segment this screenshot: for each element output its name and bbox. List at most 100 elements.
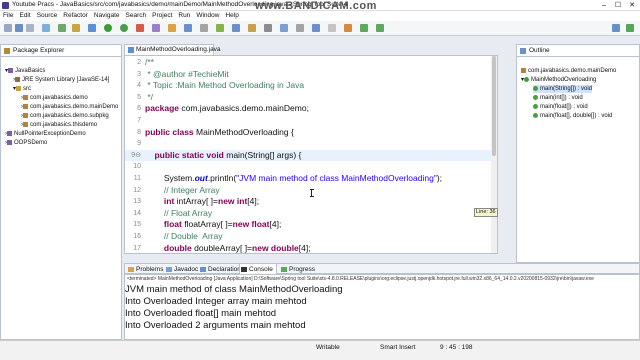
back-icon[interactable] (248, 24, 256, 32)
code-token: ); (436, 173, 443, 183)
code-line[interactable]: 3 * @author #TechieMit (125, 69, 497, 81)
menu-source[interactable]: Source (34, 11, 61, 21)
code-line[interactable]: 13 int intArray[ ]=new int[4]; (125, 196, 497, 208)
minimize-icon[interactable]: – (597, 0, 611, 11)
code-line[interactable]: 8 public class MainMethodOverloading { (125, 127, 497, 139)
tree-item[interactable]: › com.javabasics.demo (21, 94, 88, 102)
code-token: // Double Array (145, 231, 223, 241)
outline-item[interactable]: com.javabasics.demo.mainDemo (521, 67, 616, 75)
maximize-icon[interactable]: ☐ (611, 0, 625, 11)
code-line[interactable]: 10 (125, 161, 497, 173)
line-number: 9 (137, 140, 141, 148)
menu-navigate[interactable]: Navigate (91, 11, 123, 21)
nav-forward-icon[interactable] (376, 24, 384, 32)
code-token: [4]; (298, 242, 311, 253)
tree-item[interactable]: › com.javabasics.demo.mainDemo (21, 103, 118, 111)
spring-perspective-icon[interactable] (626, 24, 634, 32)
menu-run[interactable]: Run (175, 11, 193, 21)
close-icon[interactable]: ✕ (625, 0, 639, 11)
terminated-info: <terminated> MainMethodOverloading [Java… (127, 276, 594, 282)
code-line[interactable]: 11 System.out.println("JVM main method o… (125, 173, 497, 185)
tree-item[interactable]: › com.javabasics.demo.subpkg (21, 112, 109, 120)
pin-editor-icon[interactable] (280, 24, 288, 32)
menu-edit[interactable]: Edit (16, 11, 33, 21)
next-annotation-icon[interactable] (200, 24, 208, 32)
console-icon (241, 267, 247, 272)
open-type-icon[interactable] (168, 24, 176, 32)
new-icon[interactable] (4, 24, 12, 32)
menu-refactor[interactable]: Refactor (60, 11, 91, 21)
scrollbar-thumb[interactable] (492, 56, 496, 156)
tree-item[interactable]: ▾ src (13, 85, 31, 93)
code-line[interactable]: 2 /** (125, 57, 497, 69)
code-line[interactable]: 17 double doubleArray[ ]=new double[4]; (125, 242, 497, 253)
toggle-mark-icon[interactable] (296, 24, 304, 32)
print-icon[interactable] (42, 24, 50, 32)
search-icon[interactable] (184, 24, 192, 32)
outline-item[interactable]: main(float[]) : void (533, 103, 588, 111)
run-as-icon[interactable] (120, 24, 128, 32)
tree-item[interactable]: › JRE System Library [JavaSE-14] (13, 76, 109, 84)
line-number: 15 (133, 221, 141, 229)
code-line[interactable]: 15 float floatArray[ ]=new float[4]; (125, 219, 497, 231)
code-line[interactable]: 9⊖ public static void main(String[] args… (125, 149, 497, 162)
perspective-icon[interactable] (612, 24, 620, 32)
code-token: public static void (145, 149, 227, 160)
menu-project[interactable]: Project (149, 11, 175, 21)
status-cursor-position: 9 : 45 : 198 (440, 344, 473, 351)
code-line[interactable]: 7 (125, 115, 497, 127)
console-view[interactable]: <terminated> MainMethodOverloading [Java… (124, 274, 640, 340)
word-wrap-icon[interactable] (312, 24, 320, 32)
code-token: "JVM main method of class MainMethodOver… (236, 173, 437, 183)
menu-window[interactable]: Window (193, 11, 222, 21)
code-line[interactable]: 9 (125, 138, 497, 150)
outline-item[interactable]: main(int[]) : void (533, 94, 583, 102)
tree-item[interactable]: › com.javabasics.thisdemo (21, 121, 97, 129)
save-all-icon[interactable] (26, 24, 34, 32)
prev-annotation-icon[interactable] (216, 24, 224, 32)
package-explorer-tab[interactable]: Package Explorer (1, 45, 121, 57)
tree-item[interactable]: ▾ JavaBasics (5, 67, 45, 75)
code-editor[interactable]: 2/** 3 * @author #TechieMit 4 * Topic :Mai… (124, 55, 498, 254)
forward-icon[interactable] (264, 24, 272, 32)
external-tools-icon[interactable] (136, 24, 144, 32)
code-token: int (163, 196, 177, 207)
code-line[interactable]: 16 // Double Array (125, 231, 497, 243)
show-whitespace-icon[interactable] (328, 24, 336, 32)
tree-item[interactable]: › OOPSDemo (5, 139, 47, 147)
package-icon (23, 94, 28, 100)
console-output-line: Into Overloaded float[] main mehtod (125, 308, 277, 319)
menu-search[interactable]: Search (123, 11, 150, 21)
outline-item[interactable]: ▾ MainMethodOverloading (521, 76, 596, 84)
code-text: */ (145, 92, 153, 104)
code-token: new double (252, 242, 299, 253)
editor-tab[interactable]: MainMethodOverloading.java (124, 44, 221, 55)
library-icon (15, 76, 20, 82)
declaration-icon (200, 267, 206, 272)
block-select-icon[interactable] (344, 24, 352, 32)
last-edit-icon[interactable] (232, 24, 240, 32)
code-line[interactable]: 5 */ (125, 92, 497, 104)
code-line[interactable]: 6 package com.javabasics.demo.mainDemo; (125, 103, 497, 115)
code-text: package com.javabasics.demo.mainDemo; (145, 103, 309, 115)
console-output-line: JVM main method of class MainMethodOverl… (125, 284, 343, 295)
code-line[interactable]: 4 * Topic :Main Method Overloading in Ja… (125, 80, 497, 92)
run-icon[interactable] (104, 24, 112, 32)
progress-icon (281, 267, 287, 272)
tree-item[interactable]: › NullPointerExceptionDemo (5, 130, 86, 138)
code-line[interactable]: 14 // Float Array (125, 208, 497, 220)
line-number: 6 (137, 105, 141, 113)
outline-item[interactable]: main(float[], double[]) : void (533, 112, 612, 120)
new-java-project-icon[interactable] (152, 24, 160, 32)
code-text: // Float Array (145, 208, 212, 220)
outline-item[interactable]: main(String[]) : void (533, 85, 593, 93)
save-icon[interactable] (15, 24, 23, 32)
editor-scrollbar[interactable] (491, 56, 497, 253)
menu-file[interactable]: File (0, 11, 16, 21)
outline-tab[interactable]: Outline (517, 45, 639, 57)
stop-icon[interactable] (88, 24, 96, 32)
menu-help[interactable]: Help (222, 11, 241, 21)
debug-icon[interactable] (58, 24, 66, 32)
build-icon[interactable] (72, 24, 80, 32)
nav-back-icon[interactable] (360, 24, 368, 32)
